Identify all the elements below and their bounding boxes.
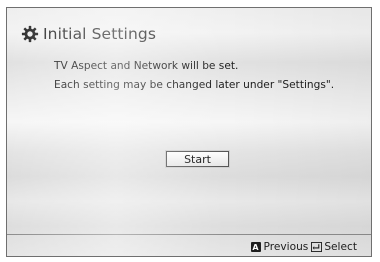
footer-help: A Previous Select bbox=[250, 240, 357, 254]
initial-settings-screen: Initial Settings TV Aspect and Network w… bbox=[6, 7, 372, 257]
enter-icon bbox=[311, 242, 323, 252]
previous-label: Previous bbox=[263, 241, 309, 253]
title-row: Initial Settings bbox=[21, 22, 156, 46]
start-button[interactable]: Start bbox=[166, 151, 229, 167]
select-label: Select bbox=[324, 241, 357, 253]
message-line-1: TV Aspect and Network will be set. bbox=[54, 60, 239, 72]
footer-divider bbox=[7, 234, 371, 235]
message-line-2: Each setting may be changed later under … bbox=[54, 79, 335, 91]
gear-icon bbox=[21, 25, 39, 43]
page-title: Initial Settings bbox=[43, 25, 156, 43]
a-button-icon: A bbox=[250, 242, 261, 252]
